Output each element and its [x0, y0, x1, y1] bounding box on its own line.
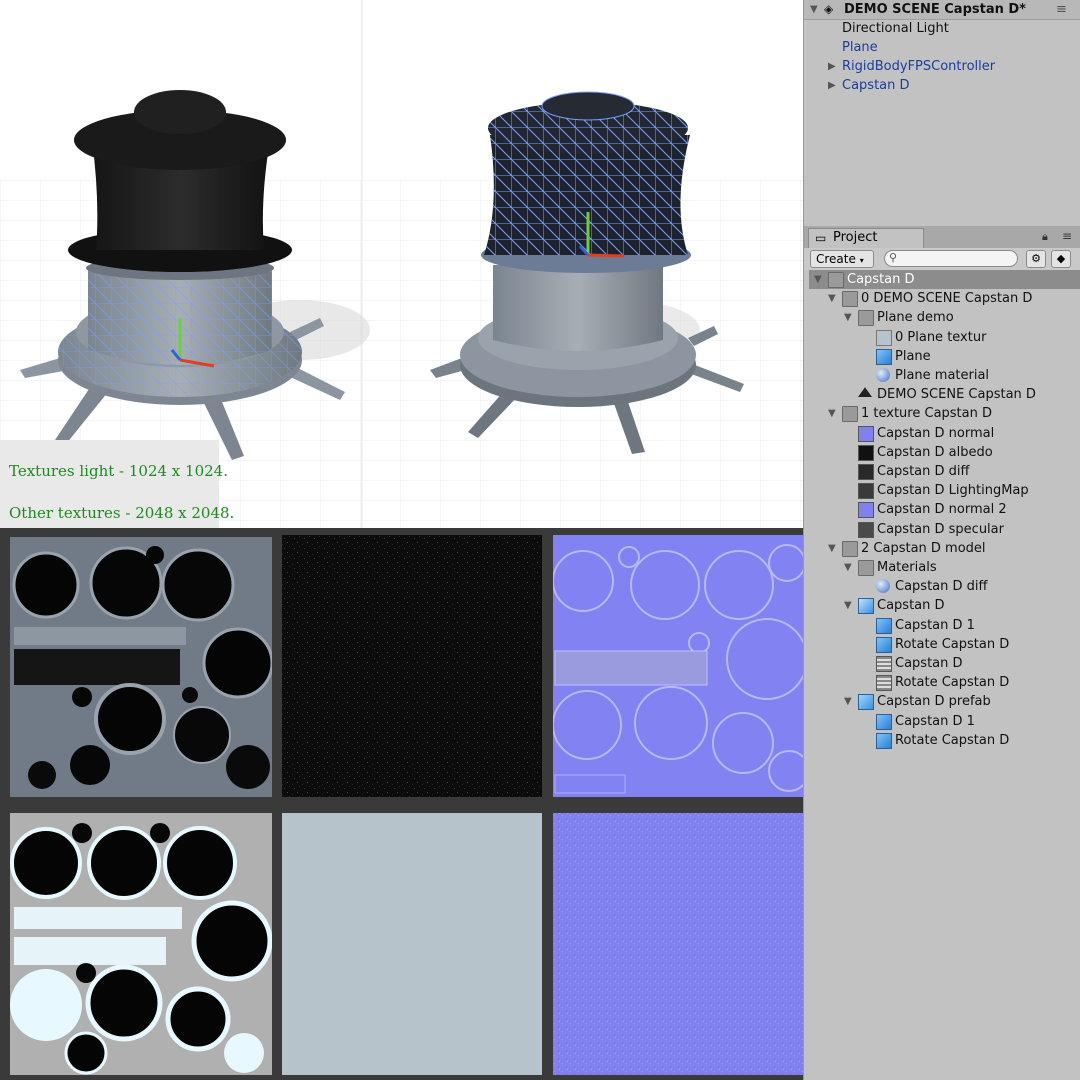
expand-triangle-icon[interactable]: ▼ — [844, 596, 852, 615]
avatar-icon — [876, 675, 892, 692]
texture-icon — [858, 521, 874, 538]
folder-icon — [858, 560, 874, 576]
project-tree-item[interactable]: Capstan D normal 2 — [877, 500, 1007, 519]
project-tree-item[interactable]: Capstan D prefab — [877, 692, 991, 711]
project-tree-item[interactable]: Capstan D — [895, 654, 963, 673]
unity-scene-icon — [858, 387, 872, 397]
expand-triangle-icon[interactable]: ▼ — [828, 404, 836, 423]
expand-triangle-icon[interactable]: ▼ — [828, 539, 836, 558]
texture-icon — [858, 502, 874, 519]
folder-icon — [858, 310, 874, 327]
project-tree-item[interactable]: Capstan D — [877, 596, 945, 615]
project-tree-item[interactable]: Rotate Capstan D — [895, 635, 1009, 654]
project-tree-item[interactable]: 1 texture Capstan D — [861, 404, 992, 423]
mesh-icon — [876, 348, 892, 365]
expand-triangle-icon[interactable]: ▼ — [844, 558, 852, 577]
project-tree-item[interactable]: Plane material — [895, 366, 989, 385]
mesh-icon — [876, 617, 892, 634]
project-tree-item[interactable]: 2 Capstan D model — [861, 539, 986, 558]
texture-icon — [858, 425, 874, 442]
project-tree-item[interactable]: Plane demo — [877, 308, 954, 327]
texture-albedo-tile — [282, 535, 542, 797]
note-light-textures: Textures light - 1024 x 1024. — [9, 462, 228, 480]
project-tree-item[interactable]: Capstan D normal — [877, 424, 994, 443]
folder-icon — [842, 540, 858, 557]
texture-normal-tile — [553, 535, 815, 797]
project-tree-item[interactable]: Rotate Capstan D — [895, 731, 1009, 750]
project-tree-item[interactable]: Capstan D albedo — [877, 443, 993, 462]
project-tree-item[interactable]: Rotate Capstan D — [895, 673, 1009, 692]
project-tree-item[interactable]: Capstan D — [847, 270, 915, 289]
project-tree-item[interactable]: Capstan D diff — [895, 577, 987, 596]
mesh-icon — [876, 732, 892, 749]
folder-icon — [828, 272, 844, 288]
mesh-icon — [876, 713, 892, 730]
prefab-icon — [858, 694, 874, 711]
texture-atlas-panel — [0, 528, 822, 1080]
note-other-textures: Other textures - 2048 x 2048. — [9, 504, 235, 522]
texture-normal2-tile — [553, 813, 815, 1075]
project-tree-item[interactable]: DEMO SCENE Capstan D — [877, 385, 1036, 404]
project-tree-item[interactable]: Capstan D 1 — [895, 616, 975, 635]
project-tree-item[interactable]: Capstan D specular — [877, 520, 1004, 539]
unity-editor-panel: ▼ ◈ DEMO SCENE Capstan D* ≡ Directional … — [803, 0, 1080, 1080]
expand-triangle-icon[interactable]: ▼ — [844, 308, 852, 327]
texture-diff-tile — [10, 537, 272, 797]
project-tree: ▼ Capstan D ▼ 0 DEMO SCENE Capstan D ▼ Plane … — [804, 0, 1080, 1080]
project-tree-item[interactable]: Capstan D diff — [877, 462, 969, 481]
texture-icon — [858, 444, 874, 461]
texture-size-note: Textures light - 1024 x 1024. Other text… — [0, 440, 234, 528]
material-icon — [876, 579, 890, 594]
project-tree-item[interactable]: Capstan D LightingMap — [877, 481, 1029, 500]
project-tree-item[interactable]: Capstan D 1 — [895, 712, 975, 731]
project-tree-item[interactable]: 0 DEMO SCENE Capstan D — [861, 289, 1032, 308]
texture-icon — [858, 483, 874, 500]
mesh-icon — [876, 636, 892, 653]
texture-icon — [858, 464, 874, 480]
texture-icon — [876, 329, 892, 346]
project-tree-item[interactable]: Plane — [895, 347, 931, 366]
texture-lightingmap-tile — [10, 813, 272, 1075]
model-icon — [858, 598, 874, 615]
expand-triangle-icon[interactable]: ▼ — [814, 270, 822, 289]
expand-triangle-icon[interactable]: ▼ — [828, 289, 836, 308]
avatar-icon — [876, 656, 892, 672]
folder-icon — [842, 406, 858, 423]
project-tree-item[interactable]: 0 Plane textur — [895, 328, 986, 347]
expand-triangle-icon[interactable]: ▼ — [844, 692, 852, 711]
texture-specular-tile — [282, 813, 542, 1075]
project-tree-item[interactable]: Materials — [877, 558, 937, 577]
scene-viewport[interactable]: Textures light - 1024 x 1024. Other text… — [0, 0, 803, 528]
folder-icon — [842, 291, 858, 308]
material-icon — [876, 368, 890, 382]
